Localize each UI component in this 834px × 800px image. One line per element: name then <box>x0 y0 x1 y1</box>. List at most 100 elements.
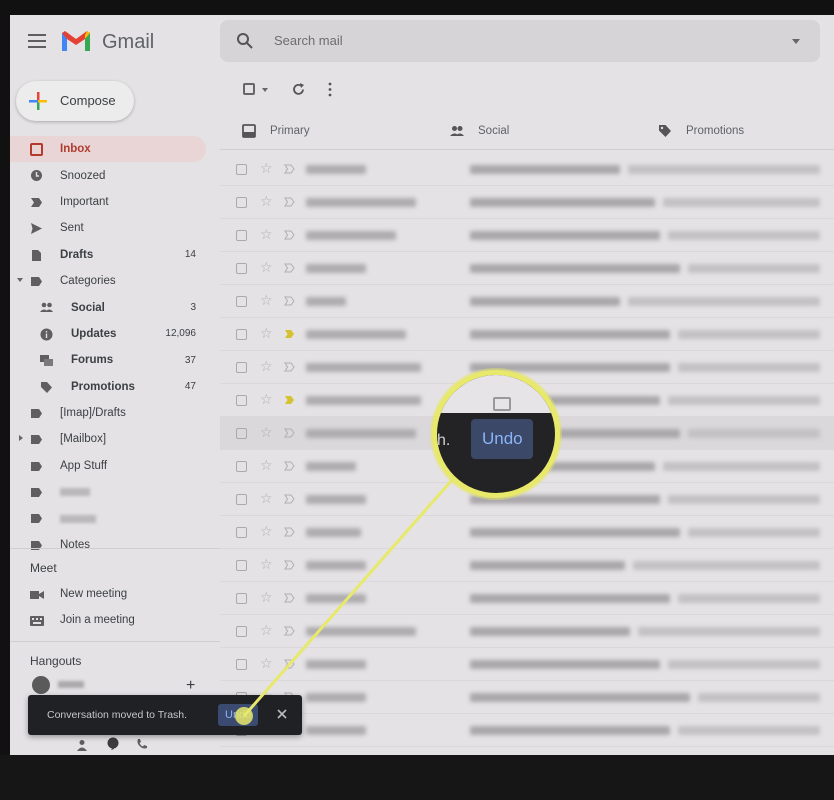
refresh-icon[interactable] <box>291 82 306 97</box>
important-marker-icon[interactable] <box>284 197 295 207</box>
sidebar-item-redacted-1[interactable] <box>10 479 220 505</box>
row-checkbox[interactable] <box>236 263 247 274</box>
magnified-undo-button[interactable]: Undo <box>471 419 533 459</box>
sidebar-item-notes[interactable]: Notes <box>10 532 220 558</box>
star-icon[interactable]: ☆ <box>260 556 273 573</box>
star-icon[interactable]: ☆ <box>260 160 273 177</box>
important-marker-icon[interactable] <box>284 428 295 438</box>
important-marker-icon[interactable] <box>284 164 295 174</box>
expand-chevron-right-icon[interactable] <box>19 435 23 442</box>
important-marker-icon[interactable] <box>284 395 295 405</box>
important-marker-icon[interactable] <box>284 263 295 273</box>
sidebar-item-drafts[interactable]: Drafts 14 <box>10 242 220 268</box>
star-icon[interactable]: ☆ <box>260 655 273 672</box>
row-checkbox[interactable] <box>236 428 247 439</box>
join-meeting-button[interactable]: Join a meeting <box>10 608 220 634</box>
table-row[interactable]: ☆ <box>220 549 834 582</box>
select-chevron-down-icon[interactable] <box>262 88 268 92</box>
tab-promotions[interactable]: Promotions <box>658 112 834 150</box>
close-icon[interactable] <box>274 706 290 722</box>
star-icon[interactable]: ☆ <box>260 523 273 540</box>
row-checkbox[interactable] <box>236 560 247 571</box>
table-row[interactable]: ☆ <box>220 516 834 549</box>
important-marker-icon[interactable] <box>284 593 295 603</box>
sidebar-item-promotions[interactable]: Promotions 47 <box>10 374 220 400</box>
search-icon[interactable] <box>236 32 254 50</box>
tab-primary[interactable]: Primary <box>242 112 422 150</box>
compose-button[interactable]: Compose <box>16 81 134 121</box>
important-marker-icon[interactable] <box>284 494 295 504</box>
sidebar-item-inbox[interactable]: Inbox <box>10 136 206 163</box>
sidebar-item-categories[interactable]: Categories <box>10 268 220 294</box>
sidebar-item-forums[interactable]: Forums 37 <box>10 347 220 373</box>
sidebar-item-imap-drafts[interactable]: [Imap]/Drafts <box>10 400 220 426</box>
row-checkbox[interactable] <box>236 329 247 340</box>
undo-button[interactable]: Undo <box>218 704 258 726</box>
important-marker-icon[interactable] <box>284 329 295 339</box>
table-row[interactable]: ☆ <box>220 219 834 252</box>
row-checkbox[interactable] <box>236 197 247 208</box>
phone-icon[interactable] <box>136 738 148 750</box>
star-icon[interactable]: ☆ <box>260 391 273 408</box>
more-vertical-icon[interactable] <box>328 82 332 97</box>
star-icon[interactable]: ☆ <box>260 292 273 309</box>
row-checkbox[interactable] <box>236 296 247 307</box>
star-icon[interactable]: ☆ <box>260 490 273 507</box>
search-bar[interactable]: Search mail <box>220 20 820 62</box>
search-options-chevron-down-icon[interactable] <box>792 39 800 44</box>
table-row[interactable]: ☆ <box>220 285 834 318</box>
sidebar-item-sent[interactable]: Sent <box>10 215 220 241</box>
select-all-checkbox[interactable] <box>243 83 255 95</box>
important-marker-icon[interactable] <box>284 461 295 471</box>
star-icon[interactable]: ☆ <box>260 325 273 342</box>
person-icon[interactable] <box>76 739 88 751</box>
important-marker-icon[interactable] <box>284 362 295 372</box>
row-checkbox[interactable] <box>236 230 247 241</box>
table-row[interactable]: ☆ <box>220 615 834 648</box>
star-icon[interactable]: ☆ <box>260 457 273 474</box>
important-marker-icon[interactable] <box>284 560 295 570</box>
search-input[interactable]: Search mail <box>274 33 343 48</box>
table-row[interactable]: ☆ <box>220 186 834 219</box>
hangouts-chat-icon[interactable] <box>106 737 120 751</box>
star-icon[interactable]: ☆ <box>260 259 273 276</box>
sidebar-item-mailbox[interactable]: [Mailbox] <box>10 426 220 452</box>
star-icon[interactable]: ☆ <box>260 226 273 243</box>
star-icon[interactable]: ☆ <box>260 193 273 210</box>
star-icon[interactable]: ☆ <box>260 424 273 441</box>
row-checkbox[interactable] <box>236 461 247 472</box>
table-row[interactable]: ☆ <box>220 252 834 285</box>
sidebar-item-social[interactable]: Social 3 <box>10 294 220 320</box>
sidebar-item-redacted-2[interactable] <box>10 505 220 531</box>
row-checkbox[interactable] <box>236 527 247 538</box>
table-row[interactable]: ☆ <box>220 582 834 615</box>
row-checkbox[interactable] <box>236 593 247 604</box>
sidebar-item-updates[interactable]: Updates 12,096 <box>10 321 220 347</box>
sidebar-item-important[interactable]: Important <box>10 189 220 215</box>
row-checkbox[interactable] <box>236 395 247 406</box>
important-marker-icon[interactable] <box>284 527 295 537</box>
table-row[interactable]: ☆ <box>220 648 834 681</box>
row-checkbox[interactable] <box>236 362 247 373</box>
table-row[interactable]: ☆ <box>220 681 834 714</box>
tab-social[interactable]: Social <box>450 112 630 150</box>
expand-chevron-down-icon[interactable] <box>17 277 23 282</box>
table-row[interactable]: ☆ <box>220 318 834 351</box>
row-checkbox[interactable] <box>236 164 247 175</box>
avatar[interactable] <box>32 676 50 694</box>
row-checkbox[interactable] <box>236 659 247 670</box>
new-meeting-button[interactable]: New meeting <box>10 582 220 608</box>
important-marker-icon[interactable] <box>284 296 295 306</box>
important-marker-icon[interactable] <box>284 230 295 240</box>
important-marker-icon[interactable] <box>284 626 295 636</box>
row-checkbox[interactable] <box>236 494 247 505</box>
table-row[interactable]: ☆ <box>220 153 834 186</box>
row-checkbox[interactable] <box>236 626 247 637</box>
hamburger-menu-icon[interactable] <box>28 34 46 48</box>
star-icon[interactable]: ☆ <box>260 622 273 639</box>
star-icon[interactable]: ☆ <box>260 589 273 606</box>
table-row[interactable]: ☆ <box>220 714 834 747</box>
sidebar-item-snoozed[interactable]: Snoozed <box>10 162 220 188</box>
star-icon[interactable]: ☆ <box>260 358 273 375</box>
sidebar-item-app-stuff[interactable]: App Stuff <box>10 453 220 479</box>
